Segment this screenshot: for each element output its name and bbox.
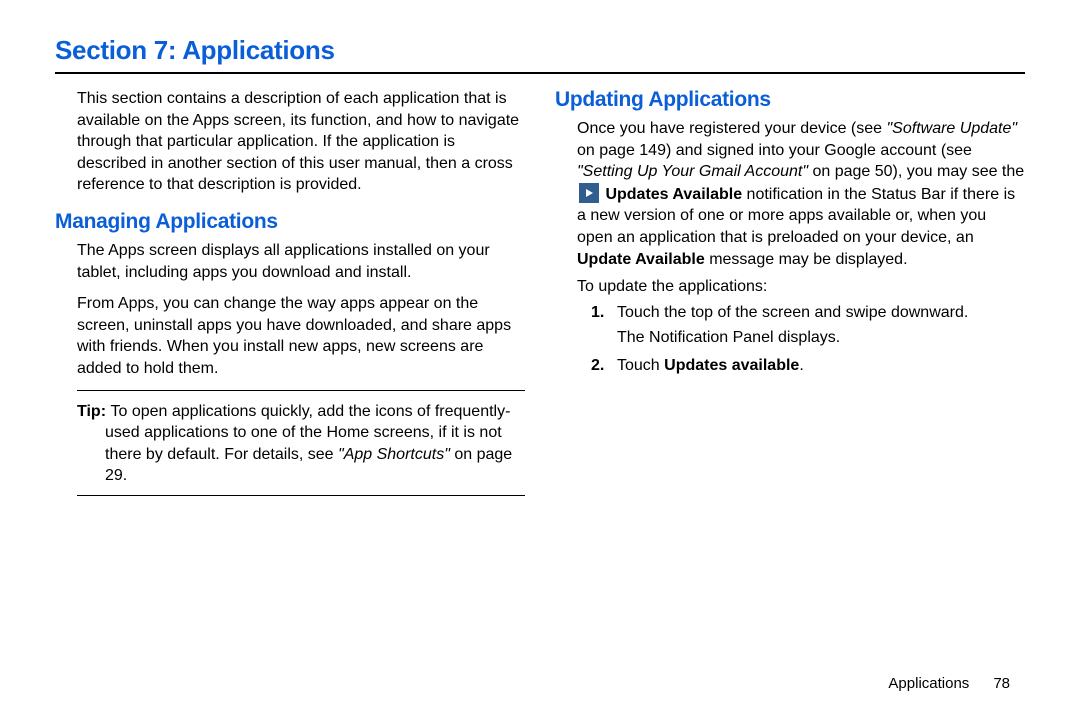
tip-ref: "App Shortcuts" (338, 446, 450, 463)
footer-chapter: Applications (888, 675, 969, 692)
heading-managing-applications: Managing Applications (55, 210, 525, 234)
tip-text-body: used applications to one of the Home scr… (77, 422, 525, 487)
seg1: Once you have registered your device (se… (577, 120, 887, 137)
step-2-bold: Updates available (664, 357, 799, 374)
step-2: 2. Touch Updates available. (591, 355, 1025, 377)
step-2-pre: Touch (617, 357, 664, 374)
updating-paragraph: Once you have registered your device (se… (577, 118, 1025, 270)
bold-update-available: Update Available (577, 251, 705, 268)
tip-label: Tip: (77, 403, 110, 420)
step-1-subtext: The Notification Panel displays. (617, 327, 1025, 349)
tip-rule-bottom (77, 495, 525, 496)
to-update-label: To update the applications: (577, 276, 1025, 298)
ref-software-update: "Software Update" (887, 120, 1018, 137)
title-rule (55, 72, 1025, 74)
managing-p1: The Apps screen displays all application… (77, 240, 525, 283)
step-1-number: 1. (591, 302, 604, 324)
section-intro: This section contains a description of e… (77, 88, 525, 196)
seg3: on page 50), you may see the (808, 163, 1024, 180)
tip-block: Tip: To open applications quickly, add t… (77, 397, 525, 491)
page-footer: Applications 78 (888, 675, 1010, 692)
step-1-text: Touch the top of the screen and swipe do… (617, 304, 968, 321)
step-2-number: 2. (591, 355, 604, 377)
section-title: Section 7: Applications (55, 35, 1025, 66)
play-store-icon (579, 183, 599, 203)
step-1: 1. Touch the top of the screen and swipe… (591, 302, 1025, 349)
tip-rule-top (77, 390, 525, 391)
ref-gmail-account: "Setting Up Your Gmail Account" (577, 163, 808, 180)
seg5: message may be displayed. (705, 251, 908, 268)
bold-updates-available: Updates Available (605, 186, 742, 203)
managing-p2: From Apps, you can change the way apps a… (77, 293, 525, 379)
step-2-post: . (799, 357, 803, 374)
tip-text-head: To open applications quickly, add the ic… (110, 403, 510, 420)
right-column: Updating Applications Once you have regi… (555, 88, 1025, 502)
footer-page-number: 78 (993, 675, 1010, 692)
heading-updating-applications: Updating Applications (555, 88, 1025, 112)
update-steps: 1. Touch the top of the screen and swipe… (591, 302, 1025, 377)
seg2: on page 149) and signed into your Google… (577, 142, 972, 159)
left-column: This section contains a description of e… (55, 88, 525, 502)
two-column-layout: This section contains a description of e… (55, 88, 1025, 502)
